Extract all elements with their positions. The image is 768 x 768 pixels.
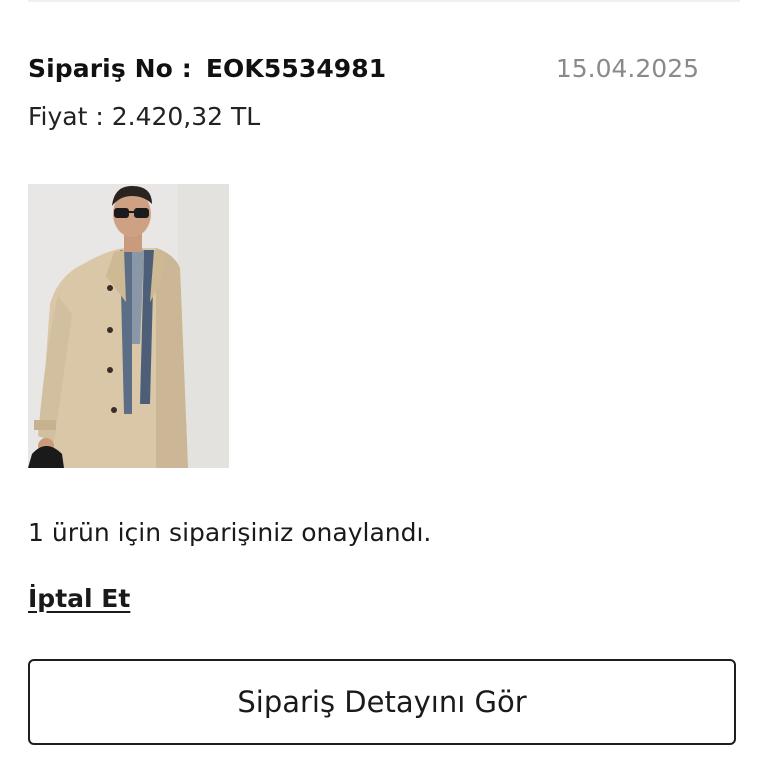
cancel-order-link[interactable]: İptal Et — [28, 584, 130, 613]
order-number-label: Sipariş No : — [28, 54, 192, 83]
order-header: Sipariş No : EOK5534981 15.04.2025 — [28, 52, 740, 92]
view-order-details-button[interactable]: Sipariş Detayını Gör — [28, 659, 736, 745]
order-date: 15.04.2025 — [555, 54, 699, 83]
order-number-value: EOK5534981 — [205, 54, 387, 83]
order-status-message: 1 ürün için siparişiniz onaylandı. — [28, 518, 432, 547]
top-divider — [28, 0, 740, 2]
order-number: Sipariş No : EOK5534981 — [28, 54, 386, 83]
product-image[interactable] — [28, 184, 229, 468]
order-price: Fiyat : 2.420,32 TL — [28, 102, 261, 131]
